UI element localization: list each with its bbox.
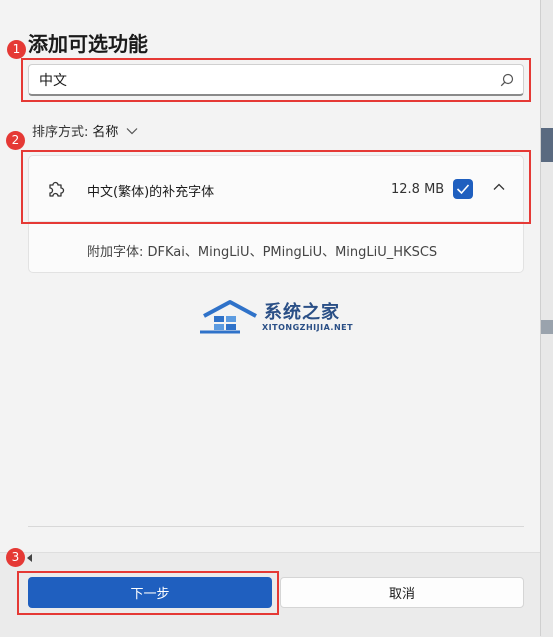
sort-value: 名称 — [92, 125, 119, 140]
cancel-button[interactable]: 取消 — [280, 577, 524, 608]
sort-label: 排序方式: — [32, 125, 89, 140]
content-divider — [28, 526, 524, 527]
sort-dropdown[interactable]: 排序方式: 名称 — [32, 121, 138, 140]
chevron-down-icon — [126, 127, 138, 134]
watermark-text-en: XITONGZHIJIA.NET — [262, 323, 354, 332]
background-window-strip — [541, 320, 553, 334]
dialog-title: 添加可选功能 — [28, 32, 148, 56]
annotation-badge-3: 3 — [6, 548, 25, 567]
watermark-logo: 系统之家 XITONGZHIJIA.NET — [200, 296, 360, 346]
house-logo-icon — [200, 300, 257, 334]
highlight-box-next — [17, 571, 279, 615]
highlight-box-search — [21, 58, 531, 102]
background-window-strip — [541, 128, 553, 162]
highlight-box-feature — [21, 150, 531, 224]
feature-details: 附加字体: DFKai、MingLiU、PMingLiU、MingLiU_HKS… — [87, 245, 438, 260]
annotation-badge-1: 1 — [7, 40, 26, 59]
scroll-left-caret-icon[interactable] — [27, 554, 32, 562]
annotation-badge-2: 2 — [6, 131, 25, 150]
watermark-text-cn: 系统之家 — [264, 302, 340, 323]
